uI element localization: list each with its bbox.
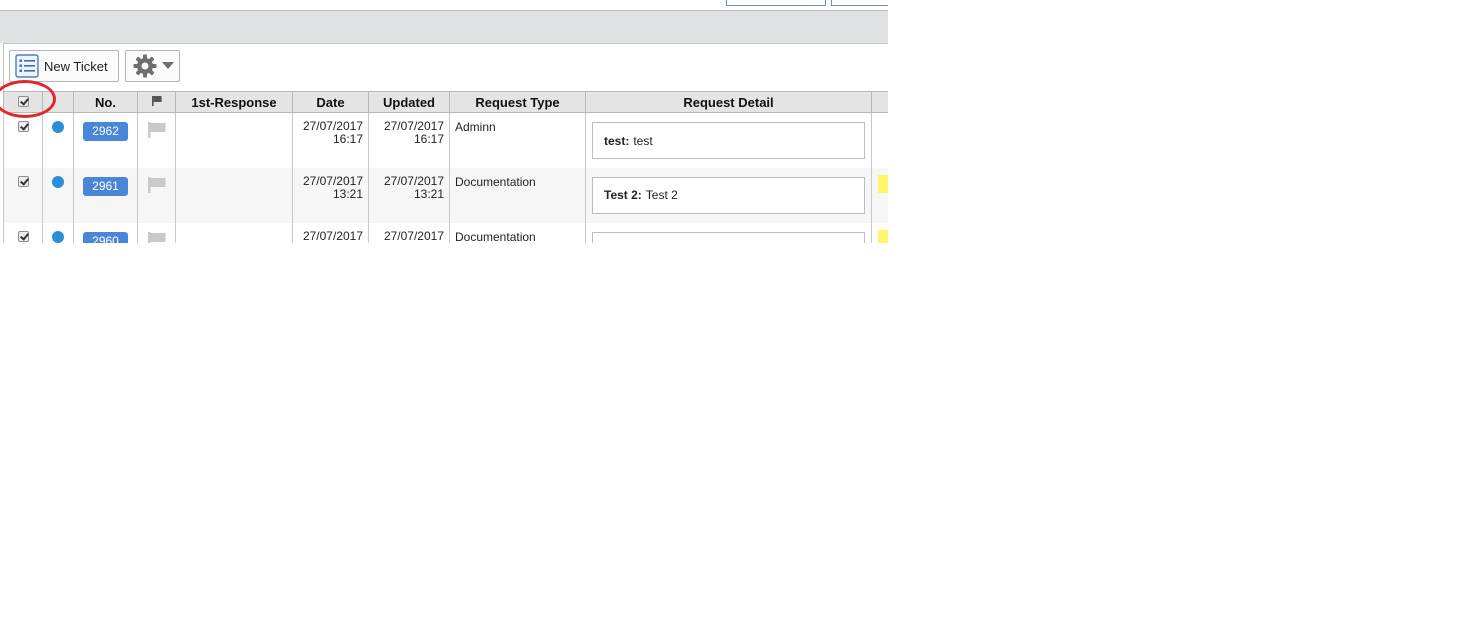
status-cell: [42, 222, 74, 243]
ticket-table: No. 1st-Response Date Updated Request Ty…: [3, 91, 888, 243]
app-viewport: New Ticket No. 1st-Response Date Updated…: [0, 0, 888, 243]
row-checkbox[interactable]: [17, 121, 29, 132]
extra-cell: [871, 222, 888, 243]
row-select-cell[interactable]: [3, 222, 43, 243]
time-value: 13:21: [332, 186, 363, 201]
row-checkbox[interactable]: [17, 230, 29, 242]
updated-cell: 27/07/2017 13:21: [368, 167, 450, 223]
table-header-row: No. 1st-Response Date Updated Request Ty…: [3, 91, 888, 113]
date-header[interactable]: Date: [292, 91, 369, 113]
updated-cell: 27/07/2017 16:17: [368, 112, 450, 168]
request-detail-cell: Test 2: Test 2: [585, 167, 872, 223]
row-checkbox[interactable]: [17, 175, 29, 187]
number-cell: 2962: [73, 112, 138, 168]
first-response-cell: [175, 222, 293, 243]
select-all-checkbox[interactable]: [17, 95, 29, 107]
detail-label: Test 2:: [604, 188, 642, 202]
detail-label: test:: [604, 133, 630, 148]
status-header[interactable]: [42, 91, 74, 113]
date-value: 27/07/2017: [302, 228, 363, 243]
flag-icon[interactable]: [147, 176, 167, 193]
first-response-cell: [175, 112, 293, 168]
flag-cell: [137, 222, 176, 244]
ticket-number-badge[interactable]: 2961: [83, 176, 128, 196]
flag-cell: [137, 112, 176, 168]
flag-icon[interactable]: [147, 122, 167, 138]
time-value: 16:17: [332, 132, 363, 146]
updated-date-value: 27/07/2017: [383, 228, 444, 243]
gear-icon: [133, 54, 156, 78]
ticket-number-badge[interactable]: 2962: [83, 122, 128, 141]
top-button-partial[interactable]: [726, 0, 826, 6]
status-dot: [52, 121, 64, 133]
row-select-cell[interactable]: [3, 167, 43, 223]
updated-date-value: 27/07/2017: [383, 173, 444, 188]
number-cell: 2961: [73, 167, 138, 223]
request-detail-box[interactable]: Test 2: Test 2: [592, 176, 865, 214]
top-button-partial-2[interactable]: [831, 0, 888, 6]
updated-time-value: 16:17: [413, 132, 444, 146]
request-type-cell: Documentation: [449, 222, 586, 243]
first-response-header[interactable]: 1st-Response: [175, 91, 293, 113]
ticket-number-badge[interactable]: 2960: [83, 231, 128, 243]
request-detail-cell: [585, 222, 872, 243]
request-type-header[interactable]: Request Type: [449, 91, 586, 113]
request-detail-box[interactable]: [592, 231, 865, 243]
number-header[interactable]: No.: [73, 91, 138, 113]
date-cell: 27/07/2017 16:17: [292, 112, 369, 168]
new-ticket-label: New Ticket: [44, 58, 108, 74]
list-icon: [15, 54, 39, 78]
date-value: 27/07/2017: [302, 173, 363, 188]
status-cell: [42, 167, 74, 223]
first-response-cell: [175, 167, 293, 223]
chevron-down-icon: [161, 62, 174, 69]
updated-time-value: 13:21: [413, 186, 444, 201]
select-all-header[interactable]: [3, 91, 43, 113]
status-cell: [42, 112, 74, 168]
request-detail-box[interactable]: test: test: [592, 122, 865, 159]
date-cell: 27/07/2017: [292, 222, 369, 243]
priority-tag: [878, 174, 888, 193]
flag-icon[interactable]: [147, 231, 167, 244]
extra-cell: [871, 112, 888, 168]
updated-cell: 27/07/2017: [368, 222, 450, 243]
status-dot: [52, 230, 64, 243]
detail-text: Test 2: [645, 188, 678, 202]
updated-header[interactable]: Updated: [368, 91, 450, 113]
flag-header[interactable]: [137, 91, 176, 113]
flag-icon: [151, 95, 162, 106]
priority-tag: [878, 229, 888, 243]
request-type-cell: Adminn: [449, 112, 586, 168]
new-ticket-button[interactable]: New Ticket: [9, 50, 119, 82]
table-row[interactable]: 2960 27/07/2017 27/07/2017 Documentation: [3, 222, 888, 244]
status-dot: [52, 175, 64, 188]
detail-text: test: [633, 133, 653, 148]
table-row[interactable]: 2962 27/07/2017 16:17 27/07/2017 16:17 Adminn…: [3, 112, 888, 168]
request-type-cell: Documentation: [449, 167, 586, 223]
number-cell: 2960: [73, 222, 138, 243]
settings-menu-button[interactable]: [125, 50, 180, 82]
extra-column-header[interactable]: [871, 91, 888, 113]
date-cell: 27/07/2017 13:21: [292, 167, 369, 223]
table-row[interactable]: 2961 27/07/2017 13:21 27/07/2017 13:21 Docume…: [3, 167, 888, 223]
row-select-cell[interactable]: [3, 112, 43, 168]
request-detail-header[interactable]: Request Detail: [585, 91, 872, 113]
extra-cell: [871, 167, 888, 223]
request-detail-cell: test: test: [585, 112, 872, 168]
flag-cell: [137, 167, 176, 223]
